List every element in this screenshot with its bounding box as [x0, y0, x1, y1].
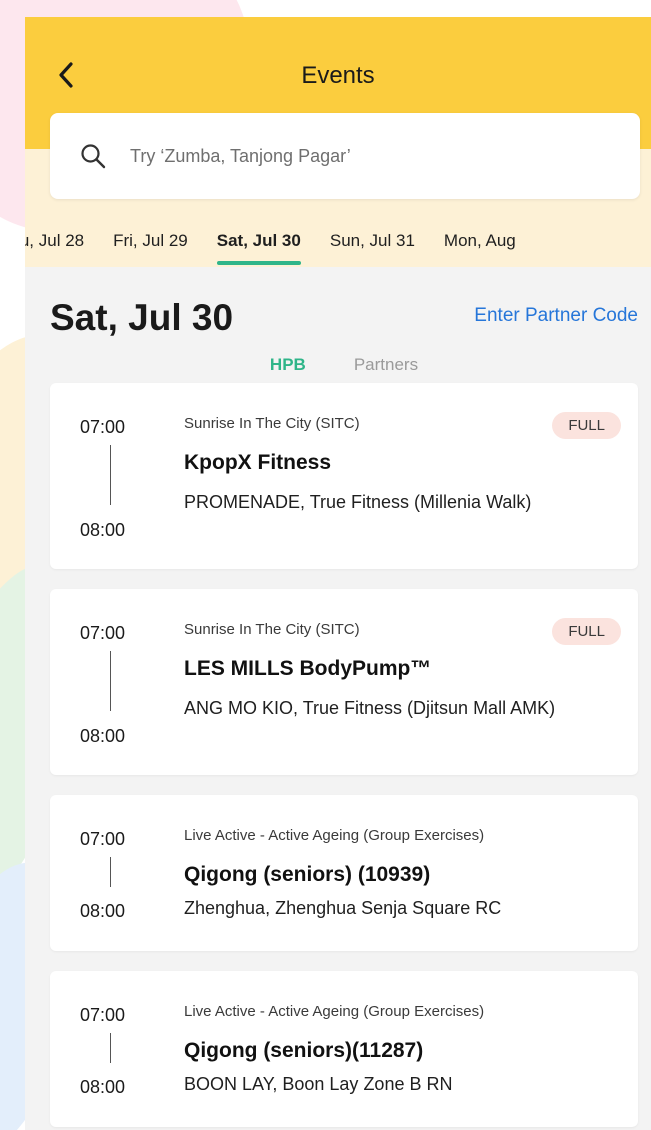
end-time: 08:00 [80, 520, 126, 540]
event-location: BOON LAY, Boon Lay Zone B RN [184, 1074, 453, 1094]
tab-hpb[interactable]: HPB [270, 355, 306, 383]
date-tab[interactable]: Fri, Jul 29 [113, 231, 188, 251]
event-title: Qigong (seniors) (10939) [184, 863, 431, 886]
page-title: Events [301, 62, 375, 89]
event-card[interactable]: 07:00 08:00 Sunrise In The City (SITC) F… [50, 383, 638, 569]
date-tab[interactable]: Thu, Jul 28 [25, 231, 84, 251]
start-time: 07:00 [80, 829, 126, 849]
time-divider [110, 445, 111, 505]
end-time: 08:00 [80, 1077, 126, 1097]
start-time: 07:00 [80, 623, 126, 643]
date-tabs: Thu, Jul 28 Fri, Jul 29 Sat, Jul 30 Sun,… [25, 231, 545, 265]
event-card[interactable]: 07:00 08:00 Live Active - Active Ageing … [50, 795, 638, 951]
event-card[interactable]: 07:00 08:00 Sunrise In The City (SITC) F… [50, 589, 638, 775]
event-organizer: Live Active - Active Ageing (Group Exerc… [184, 1003, 485, 1020]
event-card[interactable]: 07:00 08:00 Live Active - Active Ageing … [50, 971, 638, 1127]
start-time: 07:00 [80, 1005, 126, 1025]
time-divider [110, 651, 111, 711]
day-header: Sat, Jul 30 Enter Partner Code [50, 267, 638, 338]
date-tab[interactable]: Sun, Jul 31 [330, 231, 415, 251]
event-location: PROMENADE, True Fitness (Millenia Walk) [184, 492, 532, 512]
day-title: Sat, Jul 30 [50, 297, 234, 338]
time-divider [110, 857, 111, 887]
event-title: LES MILLS BodyPump™ [184, 657, 432, 680]
date-tab-selected[interactable]: Sat, Jul 30 [216, 231, 301, 265]
end-time: 08:00 [80, 901, 126, 921]
start-time: 07:00 [80, 417, 126, 437]
event-organizer: Sunrise In The City (SITC) [184, 621, 360, 638]
event-organizer: Live Active - Active Ageing (Group Exerc… [184, 827, 485, 844]
time-divider [110, 1033, 111, 1063]
search-icon [80, 143, 106, 169]
end-time: 08:00 [80, 726, 126, 746]
event-location: Zhenghua, Zhenghua Senja Square RC [184, 898, 502, 918]
events-content: Sat, Jul 30 Enter Partner Code HPB Partn… [25, 267, 651, 1127]
event-title: KpopX Fitness [184, 451, 332, 474]
event-location: ANG MO KIO, True Fitness (Djitsun Mall A… [184, 698, 556, 718]
enter-partner-code-link[interactable]: Enter Partner Code [474, 305, 638, 327]
search-input[interactable] [130, 145, 570, 167]
status-badge: FULL [552, 618, 621, 645]
events-screen: Events Thu, Jul 28 Fri, Jul 29 Sat, Jul … [25, 17, 651, 1130]
event-organizer: Sunrise In The City (SITC) [184, 415, 360, 432]
source-tabs: HPB Partners [50, 337, 638, 383]
tab-partners[interactable]: Partners [354, 355, 418, 383]
search-bar[interactable] [50, 113, 640, 199]
date-tab[interactable]: Mon, Aug [444, 231, 516, 251]
event-title: Qigong (seniors)(11287) [184, 1039, 424, 1062]
status-badge: FULL [552, 412, 621, 439]
